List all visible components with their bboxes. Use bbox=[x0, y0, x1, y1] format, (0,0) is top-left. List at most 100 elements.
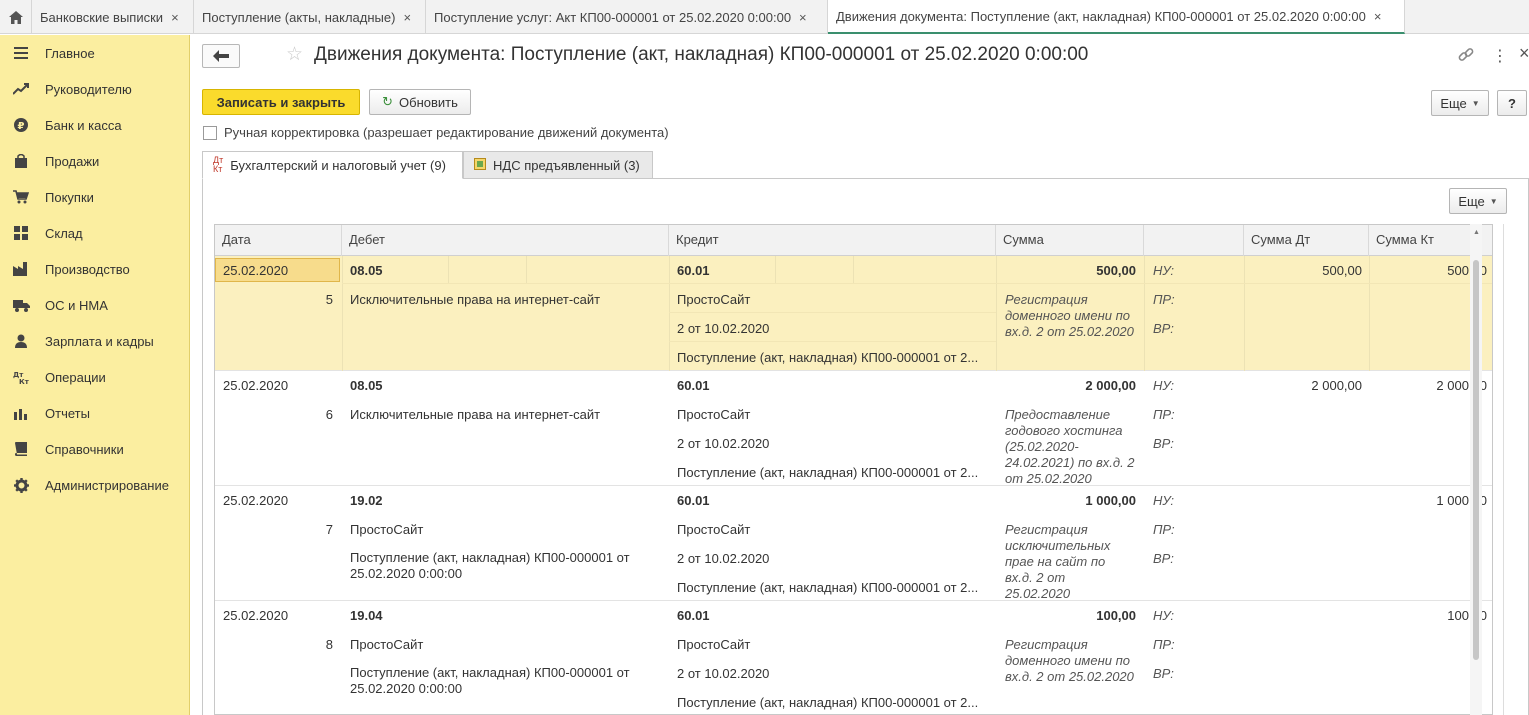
sidebar-item-label: Руководителю bbox=[45, 81, 132, 97]
sidebar-item-purchases[interactable]: Покупки bbox=[0, 179, 189, 215]
cell-debit-subconto: Поступление (акт, накладная) КП00-000001… bbox=[350, 665, 630, 696]
tab-label: НДС предъявленный (3) bbox=[493, 157, 640, 173]
column-divider bbox=[1144, 256, 1145, 371]
panel-divider bbox=[1503, 224, 1504, 715]
close-icon[interactable]: × bbox=[1374, 9, 1382, 24]
close-icon[interactable]: × bbox=[799, 10, 807, 25]
tab-title: Поступление услуг: Акт КП00-000001 от 25… bbox=[434, 9, 792, 25]
back-button[interactable] bbox=[202, 44, 240, 68]
cell-vr-label: ВР: bbox=[1153, 666, 1174, 681]
more-button[interactable]: Еще ▼ bbox=[1431, 90, 1489, 116]
cell-credit-account: 60.01 bbox=[677, 378, 710, 393]
refresh-button[interactable]: ↻ Обновить bbox=[369, 89, 471, 115]
cell-content: Регистрация доменного имени по вх.д. 2 о… bbox=[1005, 292, 1134, 339]
more-vertical-icon[interactable]: ⋮ bbox=[1492, 46, 1508, 66]
cell-credit-subconto: ПростоСайт bbox=[677, 637, 751, 652]
tab-label: Бухгалтерский и налоговый учет (9) bbox=[230, 157, 446, 173]
chevron-down-icon: ▼ bbox=[1471, 98, 1480, 108]
svg-text:Кт: Кт bbox=[19, 378, 29, 384]
svg-text:₽: ₽ bbox=[18, 121, 25, 132]
cell-line-number: 5 bbox=[325, 292, 333, 307]
sidebar-item-warehouse[interactable]: Склад bbox=[0, 215, 189, 251]
sidebar-item-label: Продажи bbox=[45, 153, 100, 169]
column-divider bbox=[1369, 256, 1370, 371]
cell-debit-subconto: Исключительные права на интернет-сайт bbox=[350, 292, 601, 307]
column-header-date[interactable]: Дата bbox=[215, 225, 342, 256]
link-icon[interactable] bbox=[1458, 47, 1474, 66]
more-label: Еще bbox=[1440, 95, 1467, 111]
close-icon[interactable]: × bbox=[171, 10, 179, 25]
table-more-button[interactable]: Еще ▼ bbox=[1449, 188, 1507, 214]
table-row[interactable]: 25.02.2020 6 08.05 Исключительные права … bbox=[215, 371, 1492, 486]
save-and-close-button[interactable]: Записать и закрыть bbox=[202, 89, 360, 115]
sidebar-item-production[interactable]: Производство bbox=[0, 251, 189, 287]
cell-sum-dt: 500,00 bbox=[1322, 263, 1362, 278]
sidebar-item-operations[interactable]: Дт Кт Операции bbox=[0, 359, 189, 395]
cell-credit-subconto: 2 от 10.02.2020 bbox=[677, 666, 770, 681]
home-button[interactable] bbox=[0, 0, 32, 34]
cell-date: 25.02.2020 bbox=[223, 263, 289, 278]
line-divider bbox=[669, 341, 996, 342]
cell-amount: 100,00 bbox=[1096, 608, 1136, 623]
cell-debit-account: 08.05 bbox=[350, 263, 383, 278]
sidebar-item-salary[interactable]: Зарплата и кадры bbox=[0, 323, 189, 359]
home-icon bbox=[8, 10, 23, 24]
help-button[interactable]: ? bbox=[1497, 90, 1527, 116]
tab-bank-statements[interactable]: Банковские выписки × bbox=[32, 0, 194, 34]
star-icon[interactable]: ☆ bbox=[286, 45, 303, 65]
table-row[interactable]: 25.02.2020 8 19.04 ПростоСайт Поступлени… bbox=[215, 601, 1492, 714]
grid-icon bbox=[12, 225, 30, 241]
tab-accounting[interactable]: Дт Кт Бухгалтерский и налоговый учет (9) bbox=[202, 151, 463, 179]
cell-pr-label: ПР: bbox=[1153, 407, 1175, 422]
sidebar-item-reports[interactable]: Отчеты bbox=[0, 395, 189, 431]
sidebar-item-directories[interactable]: Справочники bbox=[0, 431, 189, 467]
tab-receipts-list[interactable]: Поступление (акты, накладные) × bbox=[194, 0, 426, 34]
column-header-sum-dt[interactable]: Сумма Дт bbox=[1244, 225, 1369, 256]
column-header-amount[interactable]: Сумма bbox=[996, 225, 1144, 256]
sidebar-item-administration[interactable]: Администрирование bbox=[0, 467, 189, 503]
cell-content: Предоставление годового хостинга (25.02.… bbox=[1005, 407, 1135, 486]
sidebar-item-main[interactable]: Главное bbox=[0, 35, 189, 71]
tab-vat[interactable]: НДС предъявленный (3) bbox=[463, 151, 653, 179]
cell-nu-label: НУ: bbox=[1153, 263, 1175, 278]
cell-credit-subconto: ПростоСайт bbox=[677, 522, 751, 537]
cell-sum-dt: 2 000,00 bbox=[1311, 378, 1362, 393]
cell-credit-subconto: 2 от 10.02.2020 bbox=[677, 321, 770, 336]
table-row[interactable]: 25.02.2020 5 08.05 Исключительные права … bbox=[215, 256, 1492, 371]
column-divider bbox=[342, 256, 343, 371]
scrollbar-thumb[interactable] bbox=[1473, 260, 1479, 660]
person-icon bbox=[12, 333, 30, 349]
column-header-credit[interactable]: Кредит bbox=[669, 225, 996, 256]
cell-debit-subconto: Поступление (акт, накладная) КП00-000001… bbox=[350, 550, 630, 581]
sidebar-item-label: Отчеты bbox=[45, 405, 90, 421]
close-icon[interactable]: × bbox=[403, 10, 411, 25]
sidebar-item-sales[interactable]: Продажи bbox=[0, 143, 189, 179]
line-divider bbox=[342, 283, 1492, 284]
cell-date: 25.02.2020 bbox=[223, 608, 289, 623]
tab-bar: Банковские выписки × Поступление (акты, … bbox=[0, 0, 1529, 34]
table-row[interactable]: 25.02.2020 7 19.02 ПростоСайт Поступлени… bbox=[215, 486, 1492, 601]
close-icon[interactable]: × bbox=[1519, 43, 1529, 64]
sidebar-item-fixed-assets[interactable]: ОС и НМА bbox=[0, 287, 189, 323]
subconto-divider bbox=[526, 256, 527, 283]
sidebar-item-director[interactable]: Руководителю bbox=[0, 71, 189, 107]
tab-document-movements[interactable]: Движения документа: Поступление (акт, на… bbox=[828, 0, 1405, 34]
scroll-up-icon[interactable]: ▲ bbox=[1473, 229, 1480, 236]
refresh-icon: ↻ bbox=[382, 94, 394, 109]
sidebar-item-label: ОС и НМА bbox=[45, 297, 108, 313]
kt-label: Кт bbox=[213, 164, 223, 174]
column-header-debit[interactable]: Дебет bbox=[342, 225, 669, 256]
cell-vr-label: ВР: bbox=[1153, 321, 1174, 336]
sidebar-item-bank[interactable]: ₽ Банк и касса bbox=[0, 107, 189, 143]
column-header-account-type[interactable] bbox=[1144, 225, 1244, 256]
tab-services-receipt[interactable]: Поступление услуг: Акт КП00-000001 от 25… bbox=[426, 0, 828, 34]
cell-credit-account: 60.01 bbox=[677, 493, 710, 508]
ruble-icon: ₽ bbox=[12, 117, 30, 133]
cell-nu-label: НУ: bbox=[1153, 608, 1175, 623]
cell-pr-label: ПР: bbox=[1153, 522, 1175, 537]
line-divider bbox=[669, 312, 996, 313]
manual-correction-checkbox[interactable] bbox=[203, 125, 217, 140]
cell-credit-subconto: ПростоСайт bbox=[677, 292, 751, 307]
cell-credit-subconto: Поступление (акт, накладная) КП00-000001… bbox=[677, 350, 979, 365]
tab-title: Движения документа: Поступление (акт, на… bbox=[836, 8, 1366, 24]
